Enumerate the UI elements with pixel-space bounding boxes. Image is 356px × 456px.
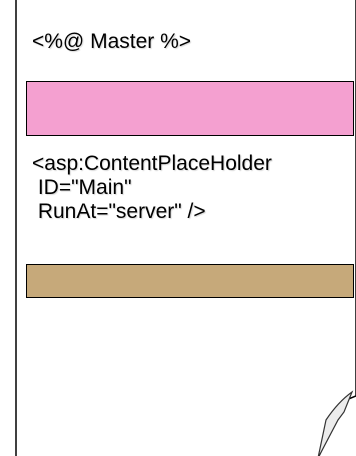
master-page-document: <%@ Master %> <asp:ContentPlaceHolder ID… (0, 0, 356, 456)
content-placeholder-line-2: ID="Main" (32, 176, 132, 199)
pink-content-block (26, 81, 354, 136)
document-outline (15, 0, 356, 456)
master-directive-text: <%@ Master %> (32, 30, 192, 53)
tan-content-block (26, 264, 354, 298)
content-placeholder-line-1: <asp:ContentPlaceHolder (32, 152, 272, 175)
content-placeholder-line-3: RunAt="server" /> (32, 200, 206, 223)
document-sheet (15, 0, 356, 456)
